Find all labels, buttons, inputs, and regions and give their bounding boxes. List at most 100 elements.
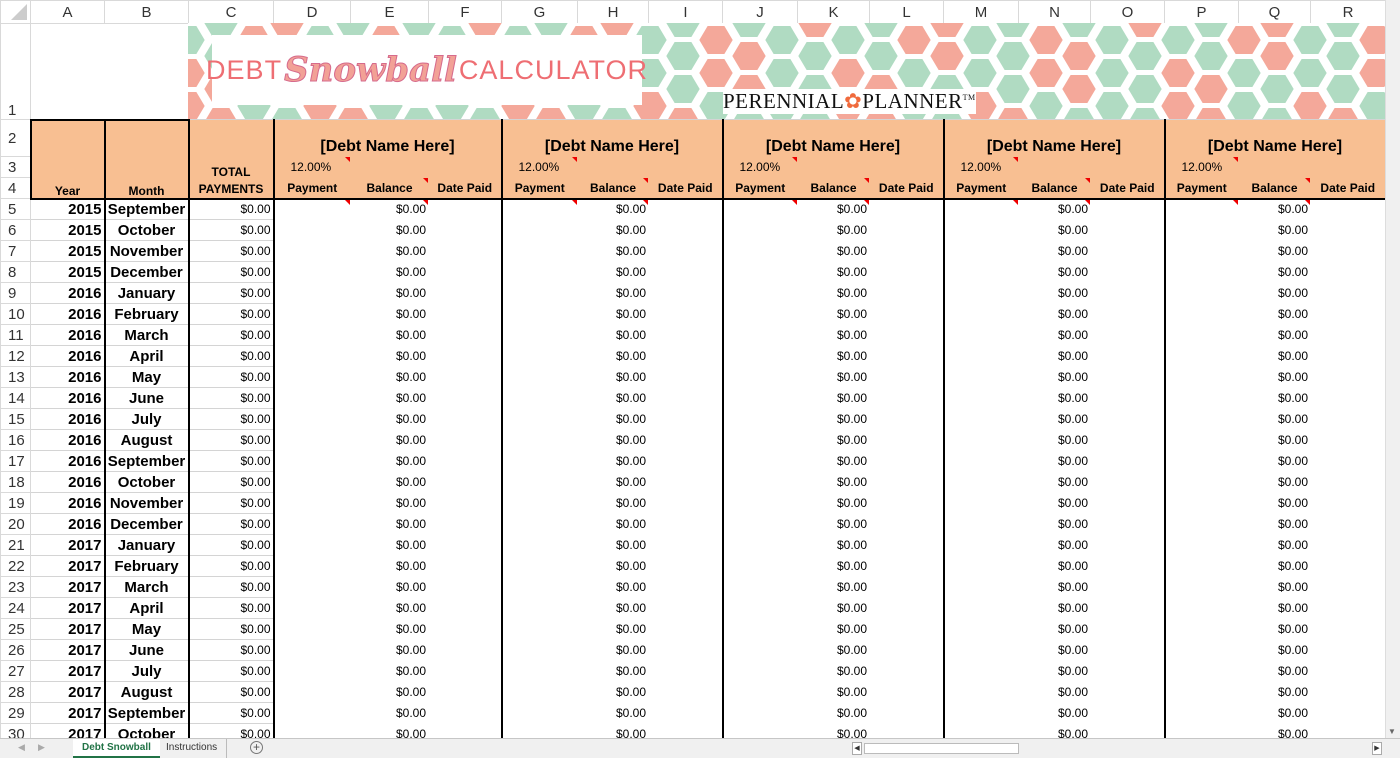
date-paid-cell[interactable] — [648, 471, 724, 493]
row-header-2[interactable]: 2 — [0, 119, 31, 157]
balance-cell[interactable]: $0.00 — [1239, 703, 1311, 724]
column-header-K[interactable]: K — [797, 0, 870, 24]
balance-cell[interactable]: $0.00 — [1019, 598, 1091, 619]
column-header-D[interactable]: D — [273, 0, 351, 24]
balance-cell[interactable]: $0.00 — [1239, 493, 1311, 514]
date-paid-cell[interactable] — [1090, 345, 1166, 367]
payment-cell[interactable] — [1165, 619, 1239, 640]
total-payment-cell[interactable]: $0.00 — [188, 534, 275, 556]
total-payment-cell[interactable]: $0.00 — [188, 387, 275, 409]
payment-cell[interactable] — [944, 640, 1019, 661]
date-paid-cell[interactable] — [869, 219, 945, 241]
balance-cell[interactable]: $0.00 — [578, 598, 649, 619]
payment-cell[interactable] — [274, 262, 351, 283]
balance-cell[interactable]: $0.00 — [1019, 724, 1091, 738]
date-paid-cell[interactable] — [648, 723, 724, 738]
payment-cell[interactable] — [723, 325, 798, 346]
balance-cell[interactable]: $0.00 — [798, 283, 870, 304]
year-cell[interactable]: 2017 — [30, 681, 106, 703]
balance-cell[interactable]: $0.00 — [1239, 325, 1311, 346]
date-paid-cell[interactable] — [869, 723, 945, 738]
date-paid-cell[interactable] — [648, 618, 724, 640]
payment-cell[interactable] — [274, 493, 351, 514]
balance-cell[interactable]: $0.00 — [1239, 724, 1311, 738]
balance-cell[interactable]: $0.00 — [578, 451, 649, 472]
interest-rate-4[interactable]: 12.00% — [943, 156, 1019, 178]
balance-cell[interactable]: $0.00 — [578, 367, 649, 388]
payment-cell[interactable] — [723, 220, 798, 241]
payment-cell[interactable] — [274, 640, 351, 661]
payment-cell[interactable] — [502, 535, 578, 556]
balance-cell[interactable]: $0.00 — [578, 682, 649, 703]
payment-cell[interactable] — [274, 682, 351, 703]
month-cell[interactable]: June — [104, 387, 190, 409]
date-paid-cell[interactable] — [428, 576, 503, 598]
balance-cell[interactable]: $0.00 — [1239, 535, 1311, 556]
balance-cell[interactable]: $0.00 — [1019, 514, 1091, 535]
balance-cell[interactable]: $0.00 — [351, 640, 429, 661]
total-payment-cell[interactable]: $0.00 — [188, 261, 275, 283]
payment-cell[interactable] — [944, 703, 1019, 724]
row-header[interactable]: 26 — [0, 639, 31, 661]
payment-cell[interactable] — [944, 283, 1019, 304]
month-cell[interactable]: March — [104, 576, 190, 598]
balance-cell[interactable]: $0.00 — [1019, 577, 1091, 598]
payment-cell[interactable] — [723, 640, 798, 661]
date-paid-cell[interactable] — [869, 534, 945, 556]
interest-rate-1[interactable]: 12.00% — [273, 156, 351, 178]
row-header[interactable]: 25 — [0, 618, 31, 640]
year-cell[interactable]: 2015 — [30, 198, 106, 220]
date-paid-cell[interactable] — [428, 282, 503, 304]
month-cell[interactable]: November — [104, 492, 190, 514]
payment-cell[interactable] — [723, 556, 798, 577]
payment-cell[interactable] — [944, 451, 1019, 472]
balance-cell[interactable]: $0.00 — [351, 598, 429, 619]
payment-cell[interactable] — [1165, 493, 1239, 514]
balance-cell[interactable]: $0.00 — [1019, 640, 1091, 661]
payment-cell[interactable] — [274, 451, 351, 472]
blank[interactable] — [797, 156, 870, 178]
date-paid-cell[interactable] — [428, 471, 503, 493]
payment-cell[interactable] — [274, 241, 351, 262]
total-payment-cell[interactable]: $0.00 — [188, 219, 275, 241]
date-paid-cell[interactable] — [648, 387, 724, 409]
date-paid-cell[interactable] — [1090, 240, 1166, 262]
row-header[interactable]: 18 — [0, 471, 31, 493]
row-header[interactable]: 13 — [0, 366, 31, 388]
payment-cell[interactable] — [723, 703, 798, 724]
payment-cell[interactable] — [502, 220, 578, 241]
date-paid-cell[interactable] — [648, 555, 724, 577]
date-paid-cell[interactable] — [1310, 387, 1385, 409]
balance-cell[interactable]: $0.00 — [1019, 703, 1091, 724]
balance-cell[interactable]: $0.00 — [351, 724, 429, 738]
balance-cell[interactable]: $0.00 — [1239, 262, 1311, 283]
balance-cell[interactable]: $0.00 — [798, 514, 870, 535]
column-header-I[interactable]: I — [648, 0, 723, 24]
balance-cell[interactable]: $0.00 — [578, 493, 649, 514]
payment-cell[interactable] — [944, 325, 1019, 346]
payment-cell[interactable] — [1165, 283, 1239, 304]
balance-cell[interactable]: $0.00 — [351, 703, 429, 724]
date-paid-cell[interactable] — [869, 492, 945, 514]
payment-cell[interactable] — [723, 598, 798, 619]
month-cell[interactable]: January — [104, 534, 190, 556]
balance-cell[interactable]: $0.00 — [1239, 640, 1311, 661]
date-paid-cell[interactable] — [428, 555, 503, 577]
total-payment-cell[interactable]: $0.00 — [188, 240, 275, 262]
payment-cell[interactable] — [723, 304, 798, 325]
payment-cell[interactable] — [502, 703, 578, 724]
year-cell[interactable]: 2015 — [30, 261, 106, 283]
date-paid-cell[interactable] — [869, 450, 945, 472]
total-payment-cell[interactable]: $0.00 — [188, 555, 275, 577]
date-paid-cell[interactable] — [869, 660, 945, 682]
date-paid-cell[interactable] — [1310, 471, 1385, 493]
payment-cell[interactable] — [944, 619, 1019, 640]
payment-cell[interactable] — [502, 304, 578, 325]
payment-cell[interactable] — [944, 514, 1019, 535]
date-paid-cell[interactable] — [648, 240, 724, 262]
date-paid-cell[interactable] — [648, 597, 724, 619]
payment-cell[interactable] — [944, 220, 1019, 241]
row-header[interactable]: 5 — [0, 198, 31, 220]
payment-cell[interactable] — [723, 724, 798, 739]
balance-cell[interactable]: $0.00 — [351, 325, 429, 346]
